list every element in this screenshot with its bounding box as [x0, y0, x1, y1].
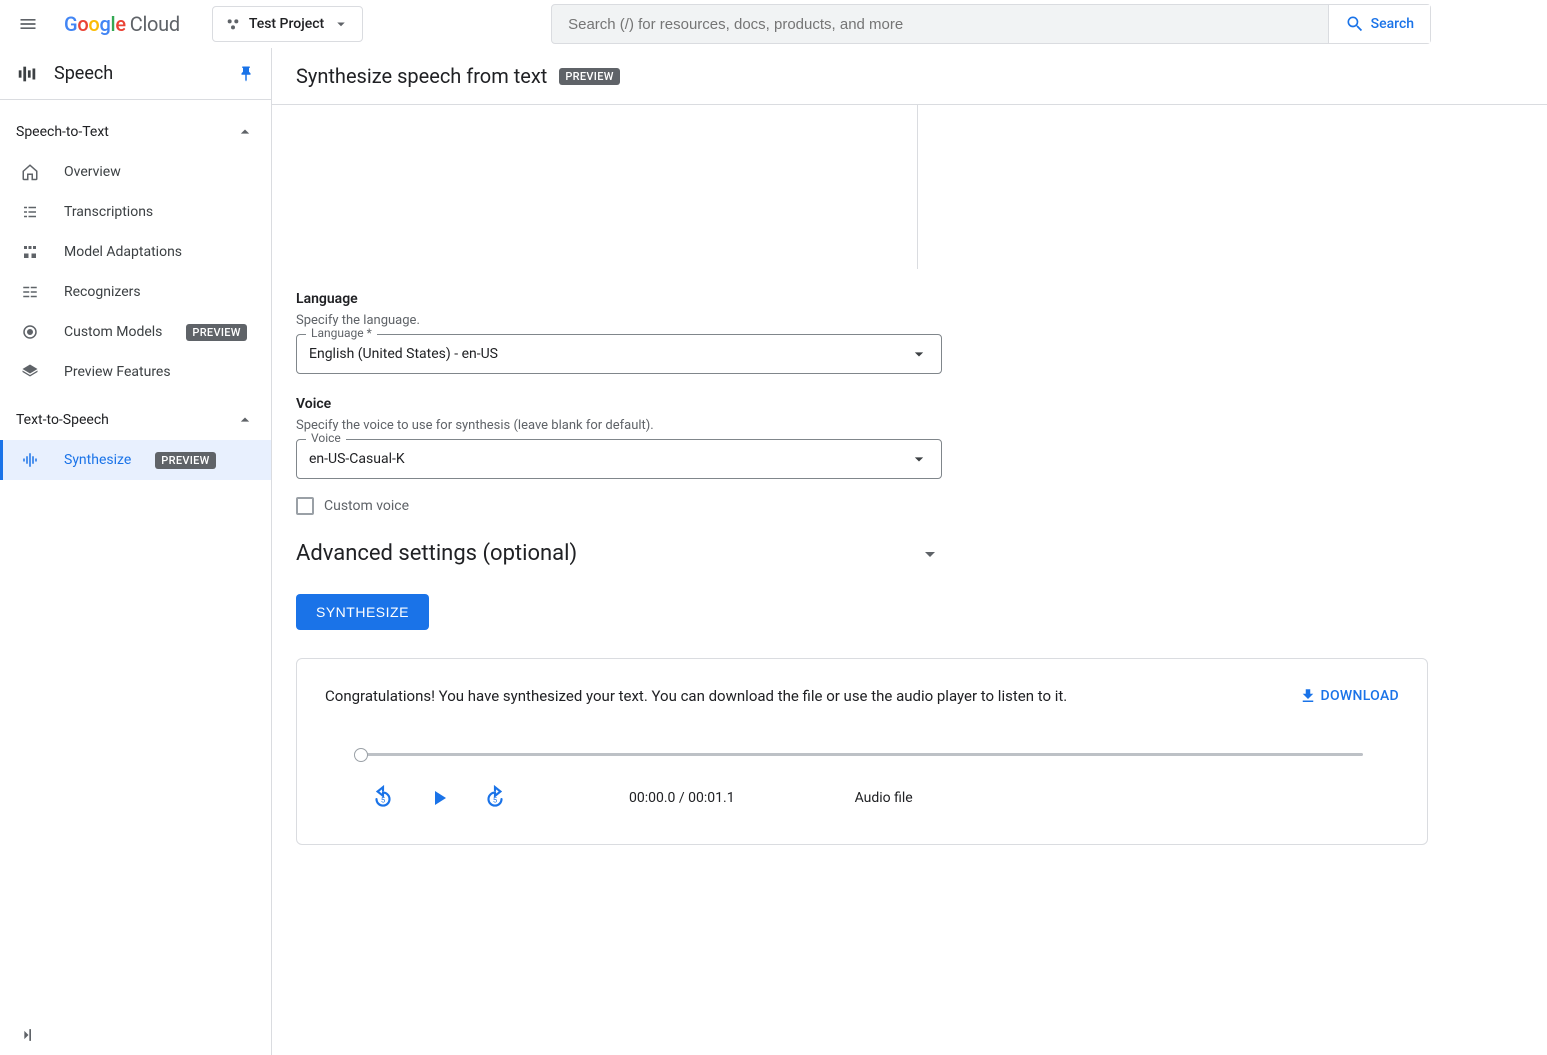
- language-field-label: Language *: [306, 326, 377, 340]
- dropdown-icon: [332, 15, 350, 33]
- nav-item-custom-models[interactable]: Custom Models PREVIEW: [0, 312, 271, 352]
- recognizers-icon: [20, 282, 40, 302]
- language-value: English (United States) - en-US: [309, 346, 498, 362]
- advanced-settings-toggle[interactable]: Advanced settings (optional): [296, 541, 942, 566]
- synthesize-icon: [20, 450, 40, 470]
- nav-item-label: Model Adaptations: [64, 244, 182, 260]
- custom-models-icon: [20, 322, 40, 342]
- voice-section-label: Voice: [296, 396, 1428, 412]
- voice-value: en-US-Casual-K: [309, 451, 405, 467]
- language-help-text: Specify the language.: [296, 313, 1428, 328]
- nav-item-model-adaptations[interactable]: Model Adaptations: [0, 232, 271, 272]
- svg-text:5: 5: [381, 795, 385, 804]
- nav-menu-button[interactable]: [8, 4, 48, 44]
- nav-item-synthesize[interactable]: Synthesize PREVIEW: [0, 440, 271, 480]
- search-bar: Search: [551, 4, 1431, 44]
- nav-item-overview[interactable]: Overview: [0, 152, 271, 192]
- nav-item-recognizers[interactable]: Recognizers: [0, 272, 271, 312]
- audio-time-display: 00:00.0 / 00:01.1: [629, 790, 735, 806]
- dropdown-icon: [909, 344, 929, 364]
- google-cloud-logo[interactable]: GoogleCloud: [56, 12, 188, 36]
- nav-item-label: Synthesize: [64, 452, 131, 468]
- play-button[interactable]: [425, 784, 453, 812]
- custom-voice-checkbox[interactable]: [296, 497, 314, 515]
- pin-button[interactable]: [237, 65, 255, 83]
- speech-product-icon: [16, 63, 38, 85]
- voice-field-label: Voice: [306, 431, 346, 445]
- language-section-label: Language: [296, 291, 1428, 307]
- project-selector[interactable]: Test Project: [212, 6, 363, 42]
- download-button[interactable]: DOWNLOAD: [1299, 687, 1400, 705]
- nav-item-transcriptions[interactable]: Transcriptions: [0, 192, 271, 232]
- nav-group-text-to-speech[interactable]: Text-to-Speech: [0, 400, 271, 440]
- preview-badge: PREVIEW: [559, 68, 619, 85]
- result-card: Congratulations! You have synthesized yo…: [296, 658, 1428, 845]
- dropdown-icon: [909, 449, 929, 469]
- sidebar: Speech Speech-to-Text Overview Transcrip…: [0, 48, 272, 1055]
- voice-help-text: Specify the voice to use for synthesis (…: [296, 418, 1428, 433]
- synthesize-button[interactable]: SYNTHESIZE: [296, 594, 429, 630]
- page-title: Synthesize speech from text: [296, 64, 547, 88]
- audio-progress-slider[interactable]: [361, 753, 1363, 756]
- nav-item-preview-features[interactable]: Preview Features: [0, 352, 271, 392]
- layers-icon: [20, 362, 40, 382]
- result-message: Congratulations! You have synthesized yo…: [325, 687, 1279, 705]
- nav-item-label: Custom Models: [64, 324, 162, 340]
- chevron-down-icon: [918, 542, 942, 566]
- main-content: Synthesize speech from text PREVIEW Lang…: [272, 48, 1547, 1055]
- search-button[interactable]: Search: [1328, 5, 1430, 43]
- project-name: Test Project: [249, 16, 324, 32]
- collapse-sidebar-button[interactable]: [16, 1025, 36, 1045]
- page-header: Synthesize speech from text PREVIEW: [272, 48, 1547, 105]
- home-icon: [20, 162, 40, 182]
- download-icon: [1299, 687, 1317, 705]
- rewind-icon: 5: [370, 785, 396, 811]
- audio-player: 5 5 00:00.0 / 00:01.1 Audio file: [325, 753, 1399, 812]
- nav-group-speech-to-text[interactable]: Speech-to-Text: [0, 112, 271, 152]
- chevron-up-icon: [235, 122, 255, 142]
- search-icon: [1345, 14, 1365, 34]
- preview-badge: PREVIEW: [186, 324, 246, 341]
- collapse-icon: [16, 1025, 36, 1045]
- nav-item-label: Recognizers: [64, 284, 141, 300]
- forward-5-button[interactable]: 5: [481, 784, 509, 812]
- rewind-5-button[interactable]: 5: [369, 784, 397, 812]
- advanced-settings-label: Advanced settings (optional): [296, 541, 577, 566]
- sidebar-product-title: Speech: [54, 63, 221, 84]
- hamburger-icon: [18, 14, 38, 34]
- audio-file-label: Audio file: [855, 790, 913, 806]
- slider-thumb[interactable]: [354, 748, 368, 762]
- svg-text:5: 5: [493, 795, 497, 804]
- text-input-area[interactable]: [272, 105, 918, 269]
- top-header: GoogleCloud Test Project Search: [0, 0, 1547, 48]
- language-select[interactable]: English (United States) - en-US: [296, 334, 942, 374]
- chevron-up-icon: [235, 410, 255, 430]
- voice-select[interactable]: en-US-Casual-K: [296, 439, 942, 479]
- list-icon: [20, 202, 40, 222]
- pin-icon: [237, 65, 255, 83]
- adaptation-icon: [20, 242, 40, 262]
- preview-badge: PREVIEW: [155, 452, 215, 469]
- search-input[interactable]: [552, 16, 1328, 33]
- custom-voice-label: Custom voice: [324, 498, 409, 514]
- nav-item-label: Transcriptions: [64, 204, 153, 220]
- play-icon: [427, 786, 451, 810]
- forward-icon: 5: [482, 785, 508, 811]
- sidebar-header: Speech: [0, 48, 271, 100]
- nav-item-label: Preview Features: [64, 364, 171, 380]
- nav-item-label: Overview: [64, 164, 121, 180]
- project-icon: [225, 16, 241, 32]
